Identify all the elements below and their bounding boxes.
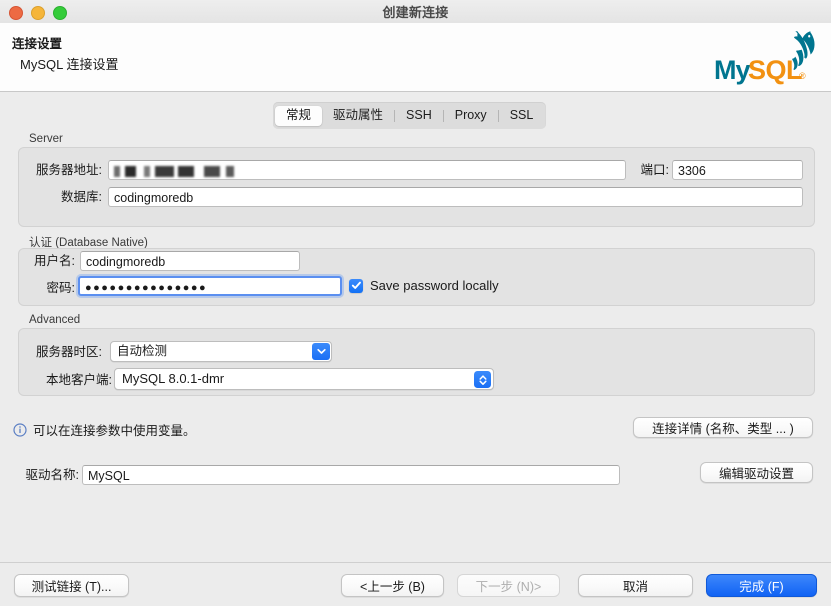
tab-driver-properties[interactable]: 驱动属性 [322, 106, 394, 126]
password-label: 密码: [46, 281, 75, 295]
database-input[interactable]: codingmoredb [108, 187, 803, 207]
save-password-label: Save password locally [370, 278, 499, 293]
mysql-logo-icon: My SQL ® [714, 31, 815, 85]
svg-text:My: My [714, 55, 750, 85]
titlebar: 创建新连接 [0, 0, 831, 24]
tab-proxy[interactable]: Proxy [444, 106, 498, 126]
host-label: 服务器地址: [36, 163, 102, 177]
advanced-group-legend: Advanced [29, 314, 81, 326]
header-title: 连接设置 [12, 37, 63, 51]
database-label: 数据库: [61, 190, 102, 204]
cancel-button[interactable]: 取消 [578, 574, 693, 597]
save-password-checkbox[interactable] [349, 278, 363, 293]
local-client-popup[interactable]: MySQL 8.0.1-dmr [114, 368, 494, 390]
driver-name-label: 驱动名称: [25, 468, 79, 482]
username-label: 用户名: [34, 254, 75, 268]
port-label: 端口: [640, 163, 669, 177]
dialog-header: 连接设置 MySQL 连接设置 My SQL ® [0, 23, 831, 92]
connection-details-button[interactable]: 连接详情 (名称、类型 ... ) [633, 417, 813, 438]
dialog-footer: 测试链接 (T)... <上一步 (B) 下一步 (N)> 取消 完成 (F) [0, 562, 831, 606]
timezone-label: 服务器时区: [36, 345, 102, 359]
dialog-content: 常规 驱动属性 SSH Proxy SSL Server 服务器地址: 端口: … [0, 92, 831, 562]
save-password-checkbox-row[interactable]: Save password locally [349, 278, 499, 293]
chevron-down-icon[interactable] [312, 343, 330, 360]
chevron-up-down-icon[interactable] [474, 371, 491, 388]
host-input[interactable] [108, 160, 626, 180]
tab-ssh[interactable]: SSH [395, 106, 443, 126]
header-subtitle: MySQL 连接设置 [20, 57, 119, 72]
svg-text:SQL: SQL [748, 55, 802, 85]
checkmark-icon [351, 281, 361, 289]
window-controls [9, 6, 67, 20]
test-connection-button[interactable]: 测试链接 (T)... [14, 574, 129, 597]
next-button: 下一步 (N)> [457, 574, 560, 597]
port-input[interactable]: 3306 [672, 160, 803, 180]
server-timezone-value: 自动检测 [117, 344, 168, 358]
finish-button[interactable]: 完成 (F) [706, 574, 817, 597]
server-group-legend: Server [29, 133, 63, 145]
settings-tabbar: 常规 驱动属性 SSH Proxy SSL [273, 102, 547, 129]
variables-info-row: 可以在连接参数中使用变量。 [13, 420, 196, 439]
minimize-button[interactable] [31, 6, 45, 20]
server-timezone-combo[interactable]: 自动检测 [110, 341, 332, 362]
variables-info-text: 可以在连接参数中使用变量。 [33, 424, 196, 438]
driver-name-input[interactable]: MySQL [82, 465, 620, 485]
username-input[interactable]: codingmoredb [80, 251, 300, 271]
local-client-value: MySQL 8.0.1-dmr [122, 371, 225, 386]
back-button[interactable]: <上一步 (B) [341, 574, 444, 597]
window-title: 创建新连接 [382, 5, 449, 20]
tab-ssl[interactable]: SSL [499, 106, 545, 126]
info-circle-icon [13, 422, 27, 437]
local-client-label: 本地客户端: [46, 373, 112, 387]
svg-text:®: ® [799, 71, 806, 81]
close-button[interactable] [9, 6, 23, 20]
password-input[interactable]: ●●●●●●●●●●●●●●● [78, 276, 342, 296]
tab-general[interactable]: 常规 [275, 105, 323, 126]
create-new-connection-dialog: 创建新连接 连接设置 MySQL 连接设置 My SQL ® 常规 驱动属性 S… [0, 0, 831, 606]
edit-driver-settings-button[interactable]: 编辑驱动设置 [700, 462, 813, 483]
password-masked-value: ●●●●●●●●●●●●●●● [85, 282, 208, 294]
host-value-redacted [114, 162, 236, 179]
maximize-button[interactable] [53, 6, 67, 20]
